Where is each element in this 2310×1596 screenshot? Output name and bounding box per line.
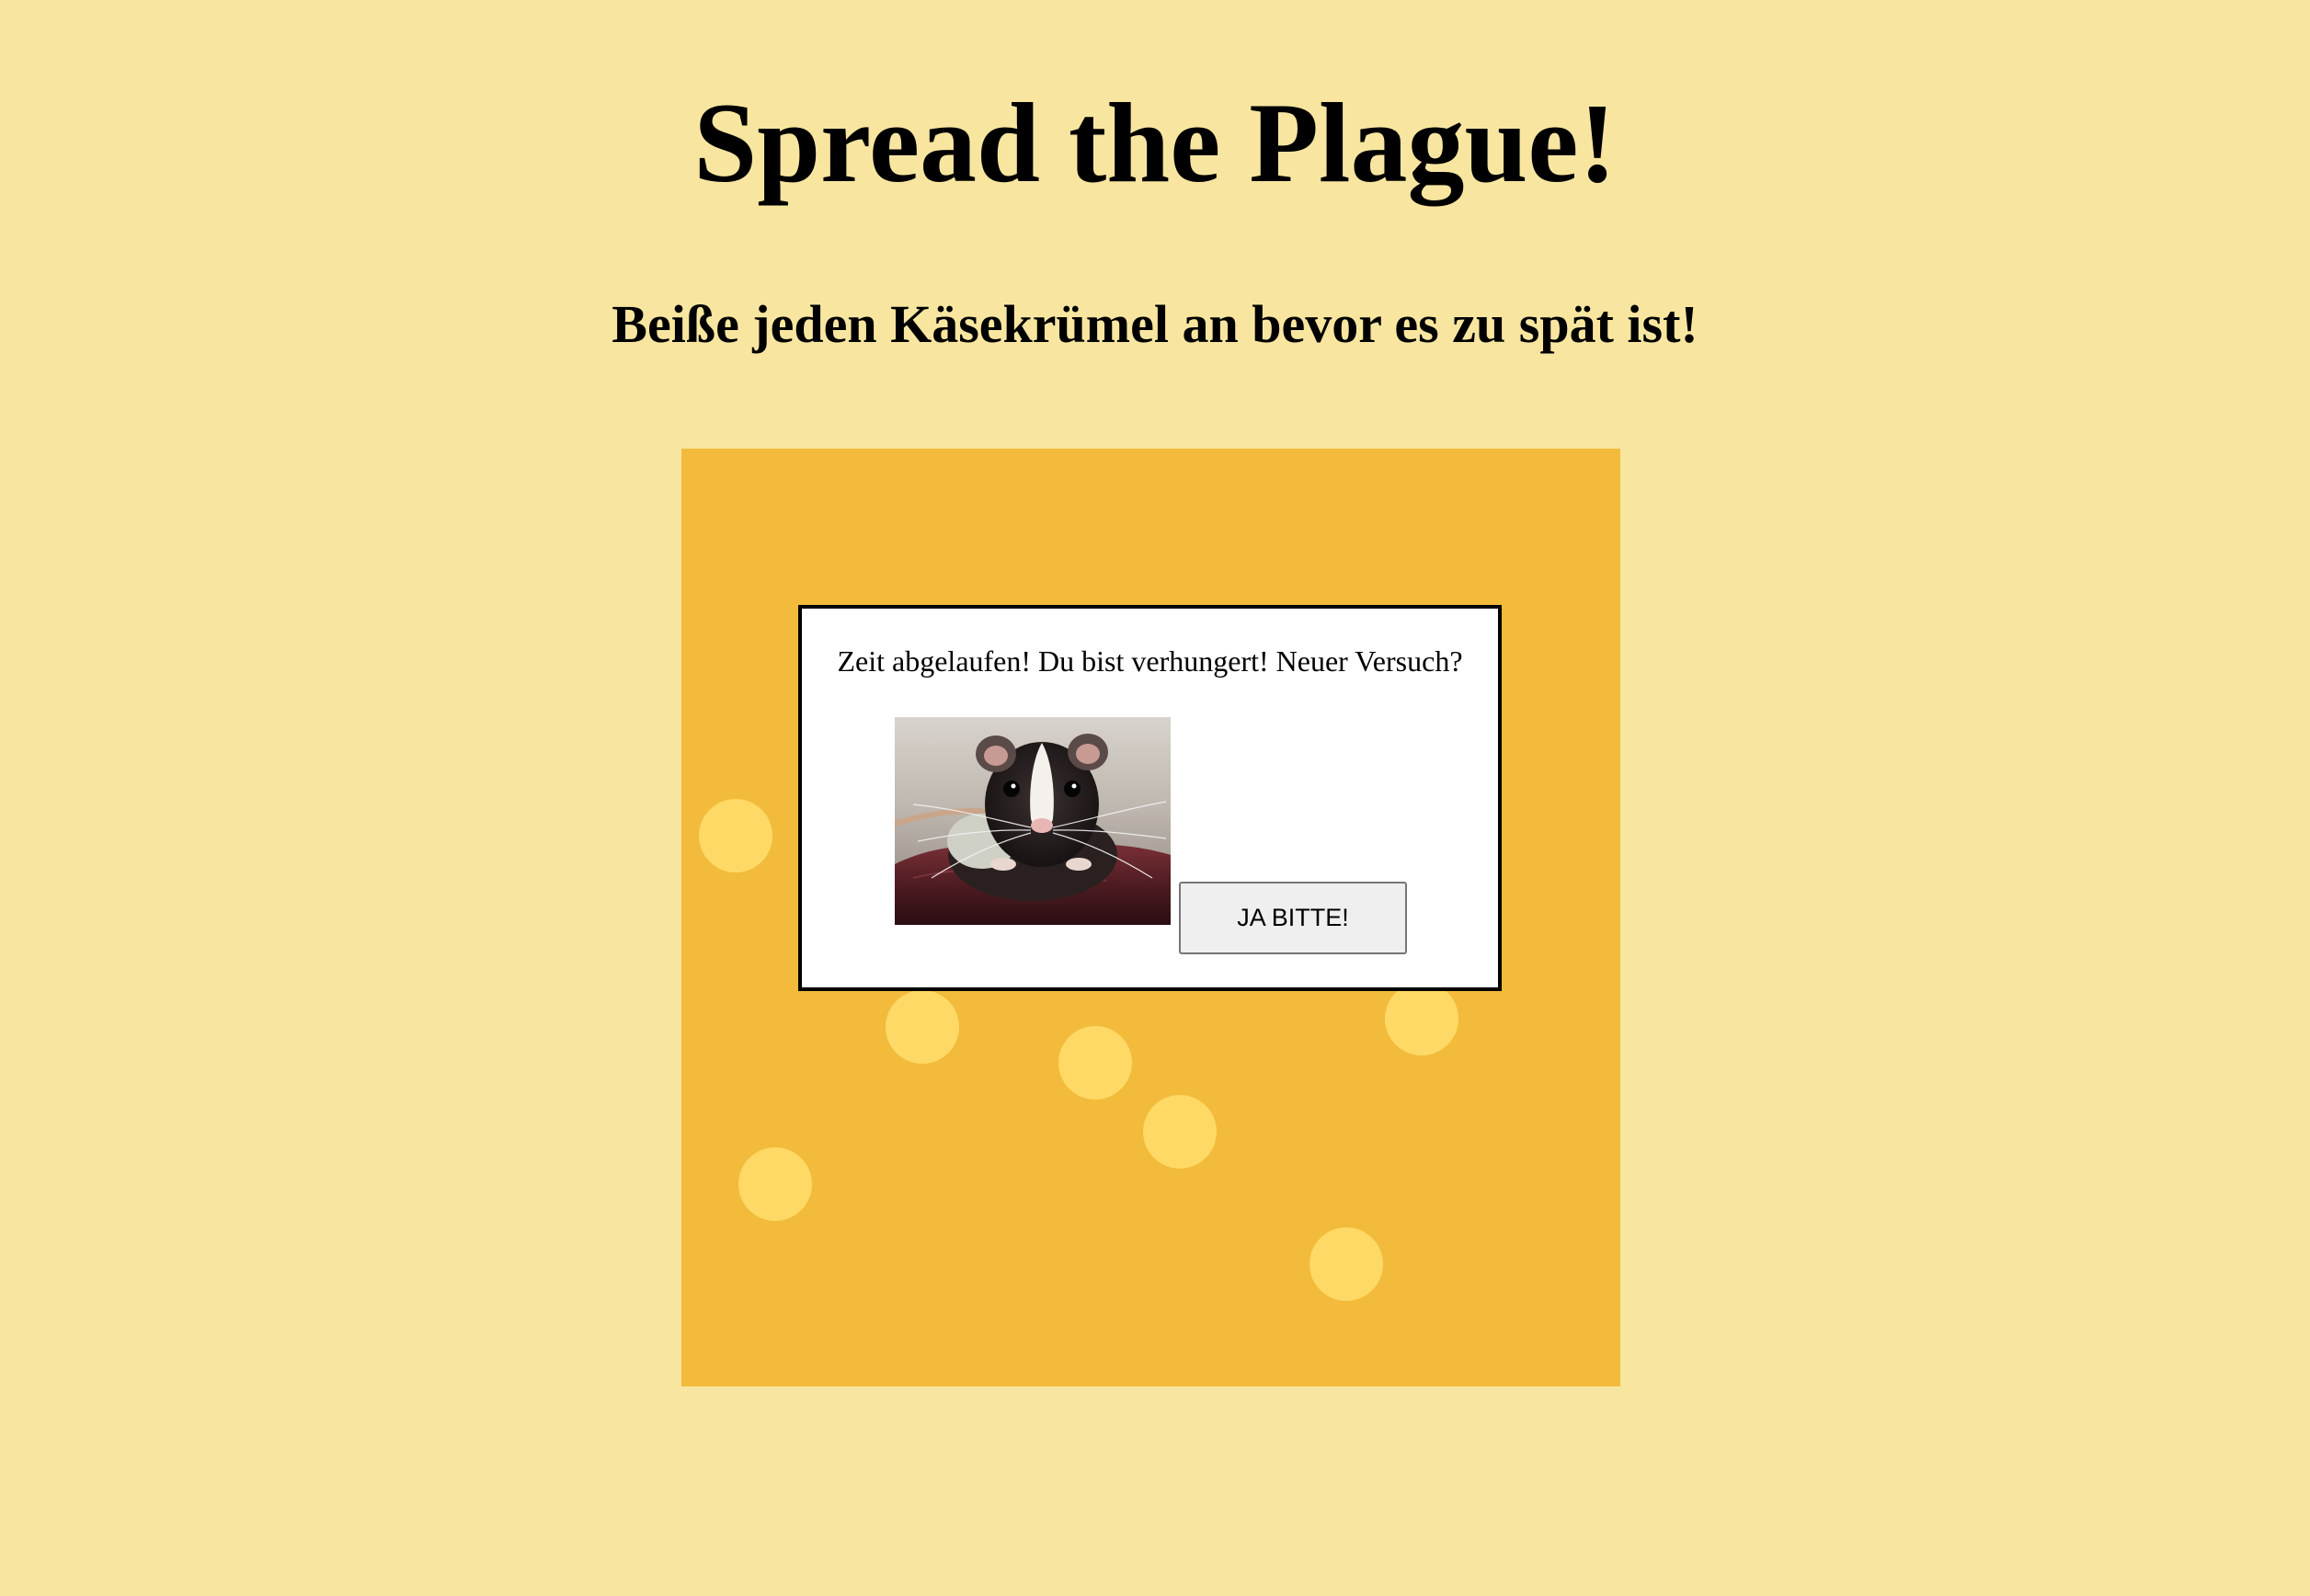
retry-button[interactable]: JA BITTE! (1179, 882, 1407, 954)
cheese-crumb[interactable] (1058, 1026, 1132, 1100)
rat-photo (895, 717, 1171, 925)
cheese-crumb[interactable] (1385, 982, 1458, 1055)
cheese-crumb[interactable] (738, 1147, 812, 1221)
game-over-dialog: Zeit abgelaufen! Du bist verhungert! Neu… (798, 605, 1502, 991)
cheese-crumb[interactable] (1309, 1227, 1383, 1301)
cheese-crumb[interactable] (1143, 1095, 1217, 1168)
cheese-crumb[interactable] (699, 799, 772, 872)
page-subtitle: Beiße jeden Käsekrümel an bevor es zu sp… (612, 294, 1698, 354)
page-title: Spread the Plague! (693, 80, 1617, 206)
game-over-message: Zeit abgelaufen! Du bist verhungert! Neu… (837, 644, 1463, 678)
cheese-crumb[interactable] (886, 990, 959, 1064)
